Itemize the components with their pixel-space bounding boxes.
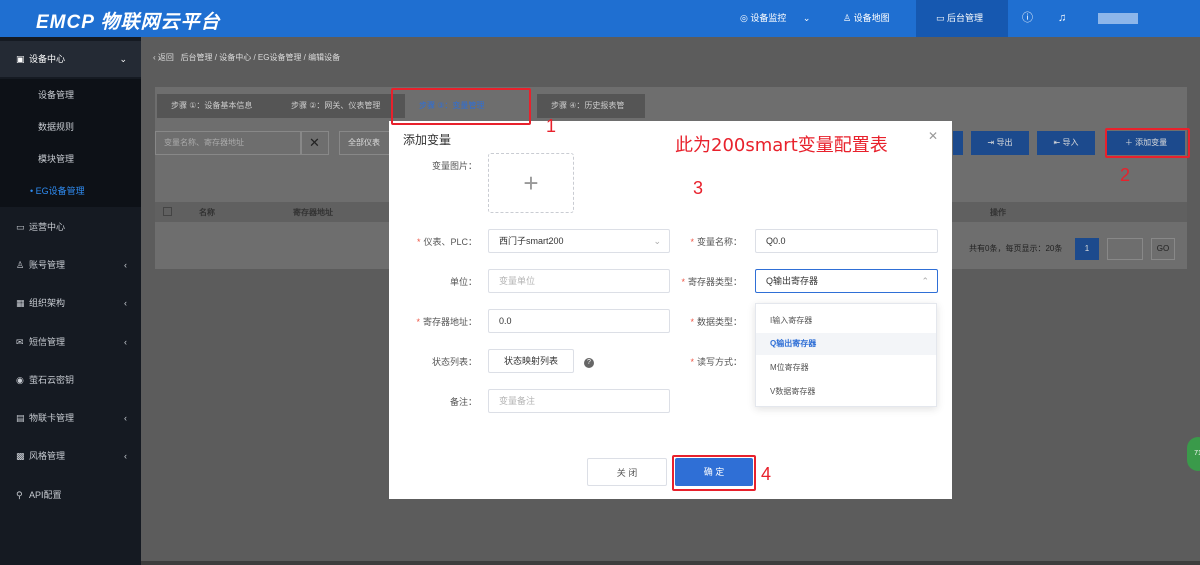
unit-input[interactable]: 变量单位 [488, 269, 670, 293]
org-icon: ▦ [16, 298, 25, 308]
sidebar-item-accounts[interactable]: ♙ 账号管理 ‹ [0, 247, 141, 283]
tab-step-4[interactable]: 步骤 ④：历史报表管理 [537, 94, 645, 134]
tab-step-1[interactable]: 步骤 ①：设备基本信息 [157, 94, 277, 118]
annotation-1: 1 [546, 116, 557, 136]
chevron-up-icon: ⌃ [921, 276, 929, 286]
card-icon: ▤ [16, 413, 25, 423]
help-icon[interactable]: ? [584, 356, 594, 368]
nav-device-map[interactable]: ♙ 设备地图 [843, 0, 890, 37]
chevron-left-icon: ‹ [124, 260, 127, 270]
add-variable-dialog: 添加变量 ✕ 变量图片： + * 仪表、PLC： 西门子smart200 ⌄ * 变… [389, 121, 952, 499]
status-map-button[interactable]: 状态映射列表 [488, 349, 574, 373]
link-icon: ⚲ [16, 490, 23, 500]
app-logo: EMCP 物联网云平台 [36, 12, 221, 33]
page-jump-input[interactable] [1107, 238, 1143, 260]
nav-admin[interactable]: ▭ 后台管理 [916, 0, 1008, 37]
sidebar-sub-device-manage[interactable]: 设备管理 [0, 79, 141, 111]
go-button[interactable]: GO [1151, 238, 1175, 260]
annotation-box-step3 [391, 88, 531, 125]
annotation-box-add [1105, 128, 1190, 158]
col-actions: 操作 [990, 208, 1006, 217]
tab-step-2[interactable]: 步骤 ②：网关、仪表管理 [277, 94, 405, 118]
chevron-down-icon: ⌄ [119, 54, 127, 64]
annotation-3: 3 [693, 178, 704, 198]
sidebar-item-style[interactable]: ▩ 风格管理 ‹ [0, 438, 141, 474]
select-all-checkbox[interactable] [163, 207, 172, 216]
export-button[interactable]: ⇥ 导出 [971, 131, 1029, 155]
back-link[interactable]: ‹ 返回 [153, 53, 174, 62]
floating-badge[interactable]: 71 [1187, 437, 1200, 471]
mail-icon: ✉ [16, 337, 24, 347]
annotation-heading: 此为200smart变量配置表 [675, 135, 888, 156]
col-register-address: 寄存器地址 [293, 208, 333, 217]
breadcrumb: ‹ 返回 后台管理 / 设备中心 / EG设备管理 / 编辑设备 [153, 53, 341, 62]
user-icon: ♙ [16, 260, 25, 270]
monitor-screen-icon: ▭ [936, 13, 948, 23]
image-upload[interactable]: + [488, 153, 574, 213]
image-label: 变量图片： [431, 161, 477, 171]
cancel-button[interactable]: 关 闭 [587, 458, 667, 486]
note-label: 备注： [449, 397, 477, 407]
sidebar-item-operations[interactable]: ▭ 运营中心 [0, 209, 141, 245]
chevron-down-icon: ⌄ [802, 13, 811, 23]
monitor-icon: ◎ [740, 13, 751, 23]
sidebar-item-api[interactable]: ⚲ API配置 [0, 477, 141, 513]
sidebar-item-sms[interactable]: ✉ 短信管理 ‹ [0, 324, 141, 360]
screen-icon: ▭ [16, 222, 25, 232]
option-m-bit[interactable]: M位寄存器 [756, 357, 936, 379]
status-label: 状态列表： [431, 357, 477, 367]
page-1-button[interactable]: 1 [1075, 238, 1099, 260]
map-pin-icon: ♙ [843, 13, 854, 23]
reg-addr-input[interactable]: 0.0 [488, 309, 670, 333]
top-bar: EMCP 物联网云平台 ◎ 设备监控 ⌄ ♙ 设备地图 ▭ 后台管理 ⓘ ♫ [0, 0, 1200, 37]
close-icon[interactable]: ✕ [928, 129, 938, 143]
monitor-icon: ▣ [16, 54, 25, 64]
meter-select[interactable]: 西门子smart200 ⌄ [488, 229, 670, 253]
reg-addr-label: * 寄存器地址： [416, 317, 477, 327]
sidebar: ▣ 设备中心 ⌄ 设备管理 数据规则 模块管理 • EG设备管理 ▭ 运营中心 ♙ 账… [0, 37, 141, 565]
sidebar-sub-eg-device[interactable]: • EG设备管理 [0, 175, 141, 207]
dialog-title: 添加变量 [403, 133, 452, 147]
option-v-data[interactable]: V数据寄存器 [756, 381, 936, 403]
note-input[interactable]: 变量备注 [488, 389, 670, 413]
sidebar-item-device-center[interactable]: ▣ 设备中心 ⌄ [0, 41, 141, 77]
chevron-left-icon: ‹ [124, 451, 127, 461]
chevron-left-icon: ‹ [124, 298, 127, 308]
sidebar-sub-data-rules[interactable]: 数据规则 [0, 111, 141, 143]
annotation-2: 2 [1120, 165, 1131, 185]
meter-select[interactable]: 全部仪表 [339, 131, 391, 155]
plus-icon: + [523, 168, 539, 198]
bell-icon[interactable]: ♫ [1058, 0, 1066, 37]
pagination-summary: 共有0条，每页显示：20条 [969, 244, 1063, 253]
reg-type-select[interactable]: Q输出寄存器 ⌃ [755, 269, 938, 293]
nav-device-monitor[interactable]: ◎ 设备监控 ⌄ [740, 0, 810, 37]
grid-icon: ▩ [16, 451, 25, 461]
filter-button-edge[interactable] [953, 131, 963, 155]
reg-type-label: * 寄存器类型： [681, 277, 742, 287]
option-q-output[interactable]: Q输出寄存器 [756, 333, 936, 355]
annotation-4: 4 [761, 464, 772, 484]
reg-type-dropdown: I输入寄存器 Q输出寄存器 M位寄存器 V数据寄存器 [755, 303, 937, 407]
rw-label: * 读写方式： [690, 357, 742, 367]
import-button[interactable]: ⇤ 导入 [1037, 131, 1095, 155]
search-input[interactable]: 变量名称、寄存器地址 [155, 131, 301, 155]
annotation-box-confirm [672, 455, 756, 491]
help-icon[interactable]: ⓘ [1022, 0, 1033, 37]
chevron-left-icon: ‹ [124, 413, 127, 423]
sidebar-item-org[interactable]: ▦ 组织架构 ‹ [0, 285, 141, 321]
clear-icon[interactable]: ✕ [301, 131, 329, 155]
option-i-input[interactable]: I输入寄存器 [756, 310, 936, 332]
var-name-label: * 变量名称： [690, 237, 742, 247]
circle-icon: ◉ [16, 375, 24, 385]
col-name: 名称 [199, 208, 215, 217]
user-avatar[interactable] [1098, 13, 1138, 24]
sidebar-item-iot-card[interactable]: ▤ 物联卡管理 ‹ [0, 400, 141, 436]
data-type-label: * 数据类型： [690, 317, 742, 327]
chevron-left-icon: ‹ [124, 337, 127, 347]
sidebar-sub-module-manage[interactable]: 模块管理 [0, 143, 141, 175]
unit-label: 单位： [449, 277, 477, 287]
var-name-input[interactable]: Q0.0 [755, 229, 938, 253]
meter-label: * 仪表、PLC： [416, 237, 477, 247]
sidebar-item-ezviz-key[interactable]: ◉ 萤石云密钥 [0, 362, 141, 398]
